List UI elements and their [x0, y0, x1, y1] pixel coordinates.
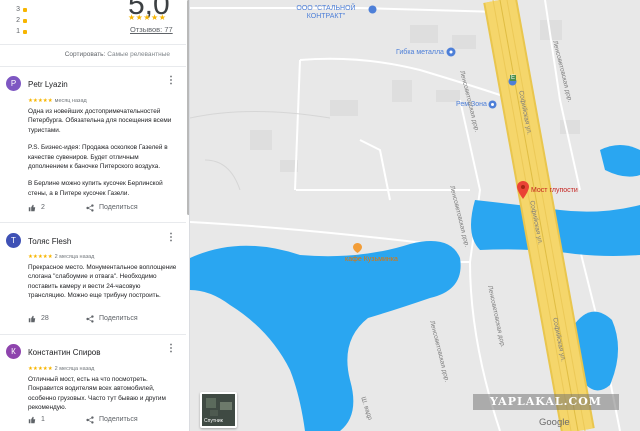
divider [0, 66, 186, 67]
poi-marker-icon[interactable] [488, 100, 497, 109]
review-rating: ★★★★★ 2 месяца назад [28, 366, 94, 372]
review-rating: ★★★★★ месяц назад [28, 98, 87, 104]
place-label-stalnoy[interactable]: ООО "СТАЛЬНОЙ КОНТРАКТ" [288, 5, 364, 21]
review-stars: ★★★★★ [28, 98, 53, 104]
thumb-up-icon[interactable] [28, 416, 36, 424]
average-stars: ★★★★★ [128, 13, 167, 22]
divider [0, 222, 186, 223]
distribution-stars: 1 [16, 28, 20, 35]
like-count: 28 [41, 315, 49, 322]
reviews-panel: 3 2 1 5,0 ★★★★★ Отзывов: 77 Сортировать:… [0, 0, 190, 431]
share-button[interactable]: Поделиться [99, 204, 138, 211]
review-date: 2 месяца назад [54, 254, 95, 260]
review-rating: ★★★★★ 2 месяца назад [28, 254, 94, 260]
cafe-marker-icon[interactable] [353, 243, 362, 253]
review-paragraph: Отличный мост, есть на что посмотреть. П… [28, 376, 166, 412]
sort-control[interactable]: Сортировать: Самые релевантные [0, 51, 186, 63]
distribution-bar [23, 29, 27, 34]
more-options-icon[interactable]: ⋮ [166, 76, 176, 88]
review-paragraph: В Берлине можно купить кусочек Берлинско… [28, 180, 163, 197]
more-options-icon[interactable]: ⋮ [166, 344, 176, 356]
review-date: месяц назад [54, 98, 87, 104]
review-stars: ★★★★★ [28, 366, 53, 372]
review-text: Отличный мост, есть на что посмотреть. П… [28, 375, 178, 413]
review-actions: 1 Поделиться [28, 416, 158, 426]
review-text: Прекрасное место. Монументальное воплоще… [28, 263, 178, 301]
poi-marker-icon[interactable] [368, 5, 377, 14]
rating-distribution-row: 3 [13, 5, 27, 14]
sort-label: Сортировать: [64, 51, 106, 58]
distribution-stars: 2 [16, 17, 20, 24]
distribution-bar [23, 7, 27, 12]
thumb-up-icon[interactable] [28, 204, 36, 212]
like-count: 2 [41, 204, 45, 211]
review-paragraph: Прекрасное место. Монументальное воплоще… [28, 264, 177, 300]
google-logo: Google [539, 417, 570, 428]
share-button[interactable]: Поделиться [99, 416, 138, 423]
satellite-label: Спутник [204, 418, 223, 424]
more-options-icon[interactable]: ⋮ [166, 233, 176, 245]
like-count: 1 [41, 416, 45, 423]
review-date: 2 месяца назад [54, 366, 95, 372]
route-marker: E [510, 75, 517, 81]
divider [0, 334, 186, 335]
map-canvas[interactable]: ООО "СТАЛЬНОЙ КОНТРАКТ" Гибка металла Ре… [190, 0, 640, 431]
rating-summary: 3 2 1 5,0 ★★★★★ Отзывов: 77 [0, 0, 189, 42]
share-icon[interactable] [86, 315, 94, 323]
review-author[interactable]: Petr Lyazin [28, 80, 68, 89]
divider [0, 44, 186, 45]
thumb-up-icon[interactable] [28, 315, 36, 323]
sort-value[interactable]: Самые релевантные [107, 51, 170, 58]
review-author[interactable]: Константин Спиров [28, 348, 100, 357]
review-stars: ★★★★★ [28, 254, 53, 260]
avatar[interactable]: P [6, 76, 21, 91]
watermark: YAPLAKAL.COM [473, 394, 619, 410]
share-icon[interactable] [86, 204, 94, 212]
place-label-gibka[interactable]: Гибка металла [396, 49, 444, 56]
review-actions: 28 Поделиться [28, 315, 158, 325]
distribution-stars: 3 [16, 6, 20, 13]
place-label-cafe[interactable]: кафе Кузьминка [345, 256, 398, 263]
reviews-count-link[interactable]: Отзывов: 77 [130, 25, 173, 34]
review-actions: 2 Поделиться [28, 204, 158, 214]
distribution-bar [23, 18, 27, 23]
rating-distribution-row: 1 [13, 27, 27, 36]
review-paragraph: P.S. Бизнес-идея: Продажа осколков Газел… [28, 144, 168, 171]
map-graphic [190, 0, 640, 431]
poi-marker-icon[interactable] [446, 47, 456, 57]
satellite-toggle-button[interactable]: Спутник [200, 392, 237, 428]
place-label-bridge[interactable]: Мост глупости [531, 187, 578, 194]
review-text: Одна из новейших достопримечательностей … [28, 107, 178, 198]
avatar[interactable]: T [6, 233, 21, 248]
location-pin-icon[interactable] [517, 181, 529, 199]
review-paragraph: Одна из новейших достопримечательностей … [28, 108, 172, 134]
share-icon[interactable] [86, 416, 94, 424]
avatar[interactable]: К [6, 344, 21, 359]
rating-distribution-row: 2 [13, 16, 27, 25]
review-author[interactable]: Толяс Flesh [28, 237, 71, 246]
share-button[interactable]: Поделиться [99, 315, 138, 322]
